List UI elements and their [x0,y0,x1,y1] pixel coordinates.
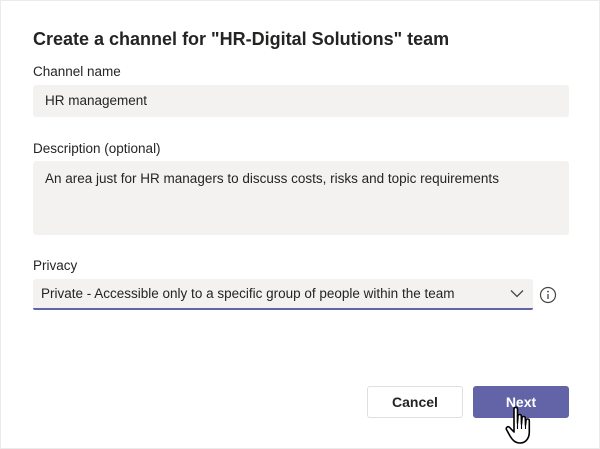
description-label: Description (optional) [33,141,161,156]
info-icon[interactable] [539,286,557,304]
description-textarea[interactable]: An area just for HR managers to discuss … [33,161,569,235]
privacy-selected-value: Private - Accessible only to a specific … [41,286,455,301]
next-button[interactable]: Next [473,386,569,418]
channel-name-label: Channel name [33,64,121,79]
create-channel-dialog: Create a channel for "HR-Digital Solutio… [0,0,600,449]
chevron-down-icon [509,286,525,302]
dialog-title: Create a channel for "HR-Digital Solutio… [33,29,450,49]
channel-name-input[interactable]: HR management [33,85,569,117]
privacy-label: Privacy [33,258,78,273]
privacy-dropdown[interactable]: Private - Accessible only to a specific … [33,279,533,310]
cancel-button[interactable]: Cancel [367,386,463,418]
